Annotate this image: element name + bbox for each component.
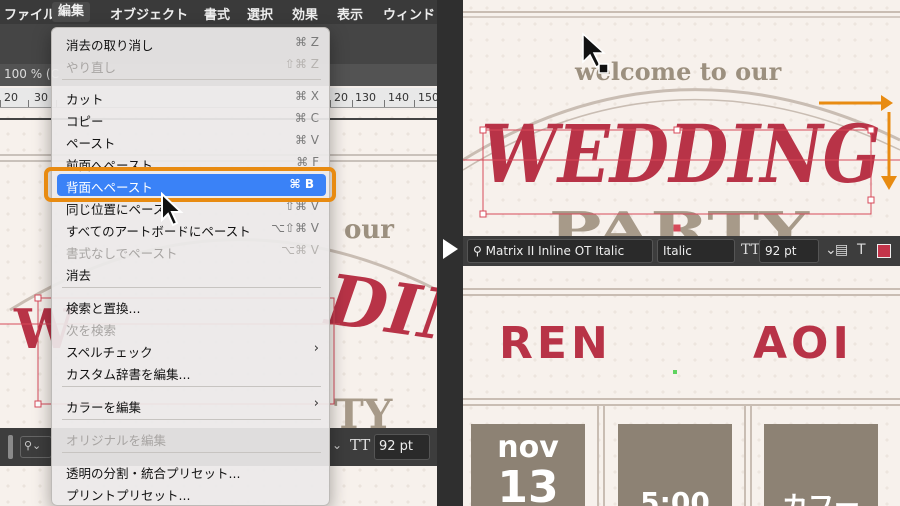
fill-color-swatch[interactable] — [877, 244, 891, 258]
font-size-field[interactable]: 92 pt — [759, 239, 819, 263]
divider-line — [750, 404, 752, 506]
font-style-dropdown[interactable]: Italic — [657, 239, 735, 263]
wedding-artwork: welcome to our WEDDING PARTY — [463, 11, 900, 236]
rule-line — [463, 398, 900, 400]
menu-item-edit-colors[interactable]: カラーを編集 › — [52, 394, 329, 416]
tutorial-screenshot: ファイル 編集 オブジェクト 書式 選択 効果 表示 ウィンドウ 100 % (… — [0, 0, 900, 506]
menu-item-find-next: 次を検索 — [66, 323, 117, 338]
mouse-pointer-icon — [161, 192, 184, 227]
divider-line — [597, 404, 599, 506]
card-time: 5:00 — [640, 486, 710, 506]
menu-view[interactable]: 表示 — [337, 4, 363, 23]
menu-item-paste-without-formatting: 書式なしでペースト ⌥⌘ V — [66, 243, 319, 261]
party-fragment: TY — [334, 391, 393, 430]
anchor-point — [673, 370, 677, 374]
ruler-tick: 130 — [355, 91, 376, 104]
wedding-fragment: DIN — [319, 257, 437, 362]
card-month: nov — [497, 430, 559, 465]
font-size-value: 92 pt — [765, 244, 797, 258]
before-after-divider — [437, 0, 463, 506]
font-style-value: Italic — [663, 244, 692, 258]
character-control-bar-right: ⚲ Matrix II Inline OT Italic Italic TT 9… — [463, 236, 900, 266]
ruler-tick: 140 — [388, 91, 409, 104]
menu-item-copy[interactable]: コピー ⌘ C — [52, 108, 329, 130]
wedding-title: WEDDING — [481, 107, 881, 201]
menu-item-edit-original: オリジナルを編集 — [66, 433, 167, 448]
venue-card: カフー — [764, 424, 878, 506]
name-right: AOI — [753, 318, 853, 369]
selection-handle — [34, 294, 42, 302]
type-tool-icon[interactable]: T — [857, 242, 866, 258]
menu-item-redo: やり直し ⇧⌘ Z — [66, 57, 319, 75]
menu-item-find-replace[interactable]: 検索と置換... — [52, 295, 329, 317]
font-family-dropdown[interactable]: ⚲ Matrix II Inline OT Italic — [467, 239, 653, 263]
ruler-tick: 30 — [34, 91, 48, 104]
menu-item-cut[interactable]: カット ⌘ X — [52, 86, 329, 108]
menu-item-paste-all-artboards[interactable]: すべてのアートボードにペースト ⌥⇧⌘ V — [52, 218, 329, 240]
font-search-field[interactable]: ⚲⌄ — [20, 436, 52, 458]
divider-line — [603, 404, 605, 506]
menu-separator — [62, 419, 321, 420]
menu-item-paste[interactable]: ペースト ⌘ V — [52, 130, 329, 152]
font-size-field[interactable]: 92 pt — [374, 434, 430, 460]
menu-separator — [62, 386, 321, 387]
menu-item-flattener-presets[interactable]: 透明の分割・統合プリセット... — [52, 460, 329, 482]
font-family-value: Matrix II Inline OT Italic — [485, 244, 625, 258]
menu-type[interactable]: 書式 — [204, 4, 230, 23]
illustrator-right-window: welcome to our WEDDING PARTY ⚲ Matrix II… — [463, 0, 900, 506]
ruler-tick: 150 — [418, 91, 437, 104]
menu-separator — [62, 79, 321, 80]
font-size-icon: TT — [350, 436, 371, 454]
chevron-right-icon: › — [313, 396, 319, 411]
selection-handle — [34, 400, 42, 408]
menu-separator — [62, 452, 321, 453]
card-day: 13 — [497, 462, 559, 506]
menu-bar: ファイル 編集 オブジェクト 書式 選択 効果 表示 ウィンドウ — [0, 0, 437, 42]
menu-separator — [62, 287, 321, 288]
menu-select[interactable]: 選択 — [247, 4, 273, 23]
ruler-tick: 20 — [334, 91, 348, 104]
play-arrow-icon — [443, 239, 458, 259]
menu-item-print-presets[interactable]: プリントプリセット... — [52, 482, 329, 504]
menu-item-undo[interactable]: 消去の取り消し ⌘ Z — [52, 32, 329, 54]
menu-edit[interactable]: 編集 — [52, 2, 91, 22]
time-card: 5:00 — [618, 424, 732, 506]
menu-object[interactable]: オブジェクト — [110, 4, 188, 23]
our-fragment: our — [344, 215, 394, 245]
divider-line — [744, 404, 746, 506]
font-size-icon: TT — [741, 242, 760, 258]
menu-effect[interactable]: 効果 — [292, 4, 318, 23]
menu-item-edit-dictionary[interactable]: カスタム辞書を編集... — [52, 361, 329, 383]
card-venue: カフー — [764, 486, 878, 506]
rule-line — [463, 294, 900, 296]
chevron-down-icon[interactable]: ⌄ — [332, 438, 342, 452]
panel-grip[interactable] — [8, 435, 13, 459]
chevron-right-icon: › — [313, 341, 319, 356]
ruler-tick: 20 — [4, 91, 18, 104]
name-left: REN — [499, 318, 612, 369]
rule-line — [463, 404, 900, 406]
menu-item-spelling[interactable]: スペルチェック › — [52, 339, 329, 361]
menu-file[interactable]: ファイル — [4, 4, 56, 23]
illustrator-left-window: ファイル 編集 オブジェクト 書式 選択 効果 表示 ウィンドウ 100 % (… — [0, 0, 437, 506]
date-card: nov 13 — [471, 424, 585, 506]
menu-item-clear[interactable]: 消去 — [52, 262, 329, 284]
highlight-callout — [44, 167, 336, 202]
rule-line — [463, 288, 900, 290]
edit-menu: 消去の取り消し ⌘ Z やり直し ⇧⌘ Z カット ⌘ X コピー ⌘ C ペースト ⌘ … — [51, 27, 330, 506]
paragraph-icon[interactable]: ▤ — [835, 242, 848, 258]
